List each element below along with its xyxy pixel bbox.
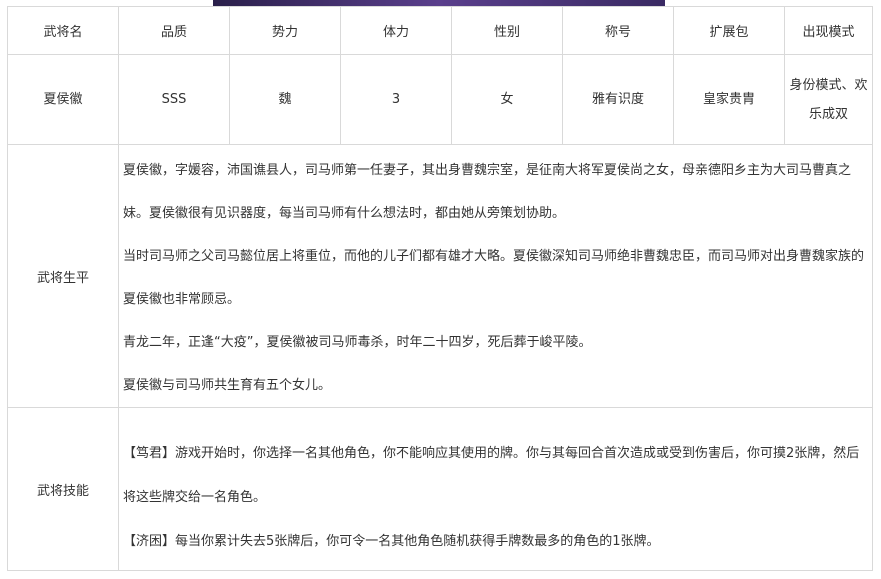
skills-row: 武将技能 【笃君】游戏开始时，你选择一名其他角色，你不能响应其使用的牌。你与其每… [7, 407, 873, 571]
biography-paragraph: 夏侯徽与司马师共生育有五个女儿。 [123, 378, 332, 393]
value-gender: 女 [451, 54, 563, 145]
skill-paragraph: 【济困】每当你累计失去5张牌后，你可令一名其他角色随机获得手牌数最多的角色的1张… [123, 533, 660, 549]
header-gender: 性别 [451, 6, 563, 55]
header-faction: 势力 [229, 6, 341, 55]
skills-content: 【笃君】游戏开始时，你选择一名其他角色，你不能响应其使用的牌。你与其每回合首次造… [118, 407, 873, 571]
skills-label: 武将技能 [7, 407, 119, 571]
header-title: 称号 [562, 6, 674, 55]
header-hp: 体力 [340, 6, 452, 55]
biography-row: 武将生平 夏侯徽，字媛容，沛国谯县人，司马师第一任妻子，其出身曹魏宗室，是征南大… [7, 144, 873, 408]
header-name: 武将名 [7, 6, 119, 55]
value-hp: 3 [340, 54, 452, 145]
value-title: 雅有识度 [562, 54, 674, 145]
biography-paragraph: 夏侯徽，字媛容，沛国谯县人，司马师第一任妻子，其出身曹魏宗室，是征南大将军夏侯尚… [123, 163, 852, 221]
value-expansion: 皇家贵胄 [673, 54, 785, 145]
value-mode: 身份模式、欢乐成双 [784, 54, 873, 145]
value-quality: SSS [118, 54, 230, 145]
skill-paragraph: 【笃君】游戏开始时，你选择一名其他角色，你不能响应其使用的牌。你与其每回合首次造… [123, 445, 860, 505]
biography-paragraph: 当时司马师之父司马懿位居上将重位，而他的儿子们都有雄才大略。夏侯徽深知司马师绝非… [123, 249, 865, 307]
value-row: 夏侯徽 SSS 魏 3 女 雅有识度 皇家贵胄 身份模式、欢乐成双 [7, 54, 873, 145]
value-name: 夏侯徽 [7, 54, 119, 145]
biography-label: 武将生平 [7, 144, 119, 408]
biography-paragraph: 青龙二年，正逢“大疫”，夏侯徽被司马师毒杀，时年二十四岁，死后葬于峻平陵。 [123, 335, 592, 350]
biography-content: 夏侯徽，字媛容，沛国谯县人，司马师第一任妻子，其出身曹魏宗室，是征南大将军夏侯尚… [118, 144, 873, 408]
header-row: 武将名 品质 势力 体力 性别 称号 扩展包 出现模式 [7, 6, 873, 55]
header-quality: 品质 [118, 6, 230, 55]
header-expansion: 扩展包 [673, 6, 785, 55]
header-mode: 出现模式 [784, 6, 873, 55]
value-faction: 魏 [229, 54, 341, 145]
general-info-table: 武将名 品质 势力 体力 性别 称号 扩展包 出现模式 夏侯徽 SSS 魏 3 … [7, 6, 873, 571]
